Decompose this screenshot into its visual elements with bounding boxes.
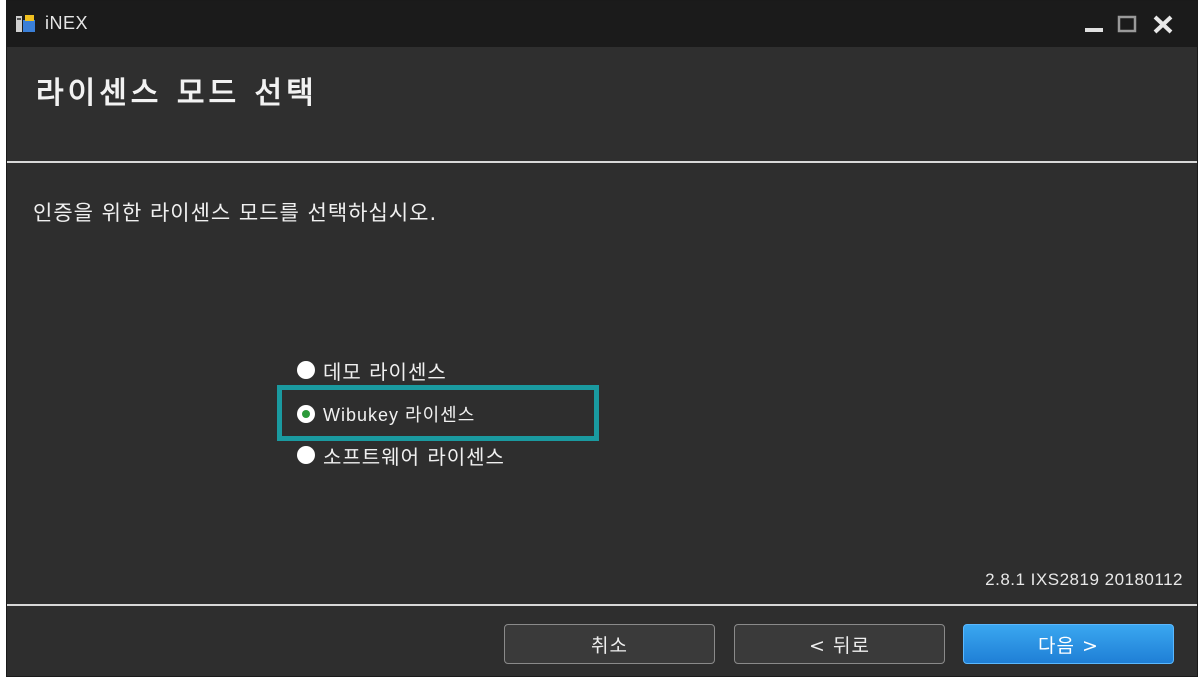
app-installer-icon (16, 15, 35, 32)
radio-label-software: 소프트웨어 라이센스 (323, 444, 505, 469)
maximize-icon[interactable] (1114, 11, 1142, 37)
window-title: iNEX (45, 13, 89, 33)
radio-button[interactable] (297, 361, 315, 379)
cancel-button[interactable]: 취소 (504, 624, 715, 664)
version-text: 2.8.1 IXS2819 20180112 (985, 570, 1183, 589)
page-title: 라이센스 모드 선택 (36, 76, 318, 111)
radio-software-license[interactable]: 소프트웨어 라이센스 (297, 440, 505, 470)
footer-divider (7, 604, 1197, 606)
radio-button[interactable] (297, 446, 315, 464)
title-bar[interactable]: iNEX (7, 1, 1197, 47)
close-icon[interactable] (1149, 11, 1177, 37)
radio-demo-license[interactable]: 데모 라이센스 (297, 355, 447, 385)
instruction-text: 인증을 위한 라이센스 모드를 선택하십시오. (33, 201, 438, 225)
highlight-box (277, 385, 599, 441)
radio-label-demo: 데모 라이센스 (323, 359, 447, 384)
back-button[interactable]: < 뒤로 (734, 624, 945, 664)
installer-window: iNEX 라이센스 모드 선택 인증을 위한 라이센스 모드를 선택하십시오. … (6, 0, 1198, 677)
minimize-icon[interactable] (1081, 11, 1109, 37)
header-divider (7, 161, 1197, 163)
header-area: 라이센스 모드 선택 (7, 47, 1197, 161)
next-button[interactable]: 다음 > (963, 624, 1174, 664)
